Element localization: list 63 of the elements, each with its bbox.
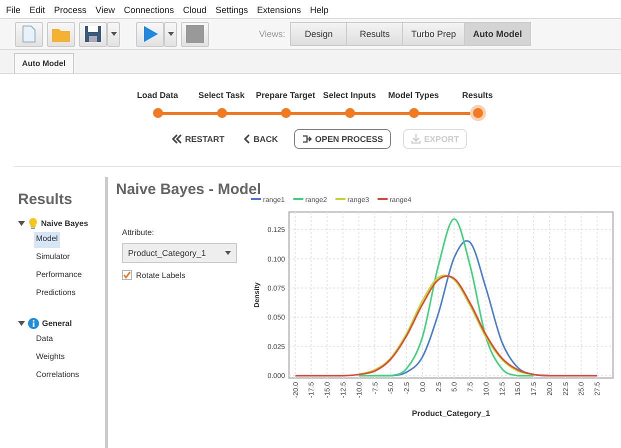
tree-item[interactable]: Simulator xyxy=(34,250,72,266)
menu-item[interactable]: Process xyxy=(54,4,87,14)
tree-item[interactable]: Model xyxy=(34,232,60,248)
new-document-icon-button[interactable] xyxy=(15,22,43,46)
action-button[interactable]: OPEN PROCESS xyxy=(294,129,392,149)
step-dot[interactable] xyxy=(408,108,418,118)
tree-item[interactable]: Predictions xyxy=(34,286,78,302)
bulb-icon xyxy=(28,218,38,228)
play-icon-button[interactable] xyxy=(136,22,164,46)
tree-item[interactable]: Performance xyxy=(34,268,84,284)
checkbox-label: Rotate Labels xyxy=(136,270,186,280)
menu-item[interactable]: File xyxy=(6,4,21,14)
view-tab[interactable]: Turbo Prep xyxy=(402,22,465,46)
info-icon xyxy=(28,318,39,328)
menu-item[interactable]: View xyxy=(96,4,115,14)
step-label: Select Inputs xyxy=(323,90,376,101)
menu-item[interactable]: Connections xyxy=(124,4,174,14)
double-chevron-icon xyxy=(172,134,182,144)
menu-item[interactable]: Help xyxy=(310,4,329,14)
view-tab[interactable]: Results xyxy=(346,22,404,46)
attribute-label: Attribute: xyxy=(122,228,156,237)
step-label: Model Types xyxy=(388,90,439,101)
save-icon-button[interactable] xyxy=(79,22,107,46)
menu-item[interactable]: Cloud xyxy=(182,4,206,14)
caret-icon xyxy=(168,32,174,36)
tree-item[interactable]: Weights xyxy=(34,350,67,366)
save-icon xyxy=(83,24,103,44)
x-axis-label: Product_Category_1 xyxy=(412,409,490,418)
step-dot[interactable] xyxy=(280,108,290,118)
tree-item[interactable]: Correlations xyxy=(34,368,82,384)
tree-group-label[interactable]: General xyxy=(42,318,72,328)
dropdown-button[interactable] xyxy=(107,22,120,46)
step-label: Load Data xyxy=(136,90,178,101)
action-button[interactable]: RESTART xyxy=(168,129,228,149)
model-title: Naive Bayes - Model xyxy=(116,181,262,198)
views-label: Views: xyxy=(258,29,286,39)
menu-item[interactable]: Edit xyxy=(30,4,46,14)
step-dot[interactable] xyxy=(216,108,226,118)
action-button[interactable]: BACK xyxy=(240,129,282,149)
step-label: Results xyxy=(462,90,493,101)
tree-item[interactable]: Data xyxy=(34,332,55,348)
attribute-dropdown[interactable]: Product_Category_1 xyxy=(122,243,237,263)
step-label: Select Task xyxy=(198,90,245,101)
caret-icon xyxy=(225,251,231,255)
checkbox[interactable] xyxy=(122,270,132,280)
step-dot[interactable] xyxy=(152,108,162,118)
tree-group-label[interactable]: Naive Bayes xyxy=(41,218,88,228)
menu-item[interactable]: Extensions xyxy=(257,4,302,14)
chevron-icon xyxy=(244,134,250,144)
caret-icon xyxy=(110,32,116,36)
dropdown-button[interactable] xyxy=(164,22,177,46)
sidebar-title: Results xyxy=(18,191,74,208)
step-dot[interactable] xyxy=(472,108,482,118)
step-label: Prepare Target xyxy=(256,90,316,101)
step-dot[interactable] xyxy=(344,108,354,118)
stop-icon xyxy=(185,24,205,44)
process-icon xyxy=(302,134,312,144)
menu-item[interactable]: Settings xyxy=(215,4,248,14)
view-tab[interactable]: Auto Model xyxy=(464,22,531,46)
download-icon xyxy=(411,134,422,144)
editor-tab[interactable]: Auto Model xyxy=(14,53,74,73)
line-series xyxy=(358,218,534,376)
view-tab[interactable]: Design xyxy=(290,22,348,46)
